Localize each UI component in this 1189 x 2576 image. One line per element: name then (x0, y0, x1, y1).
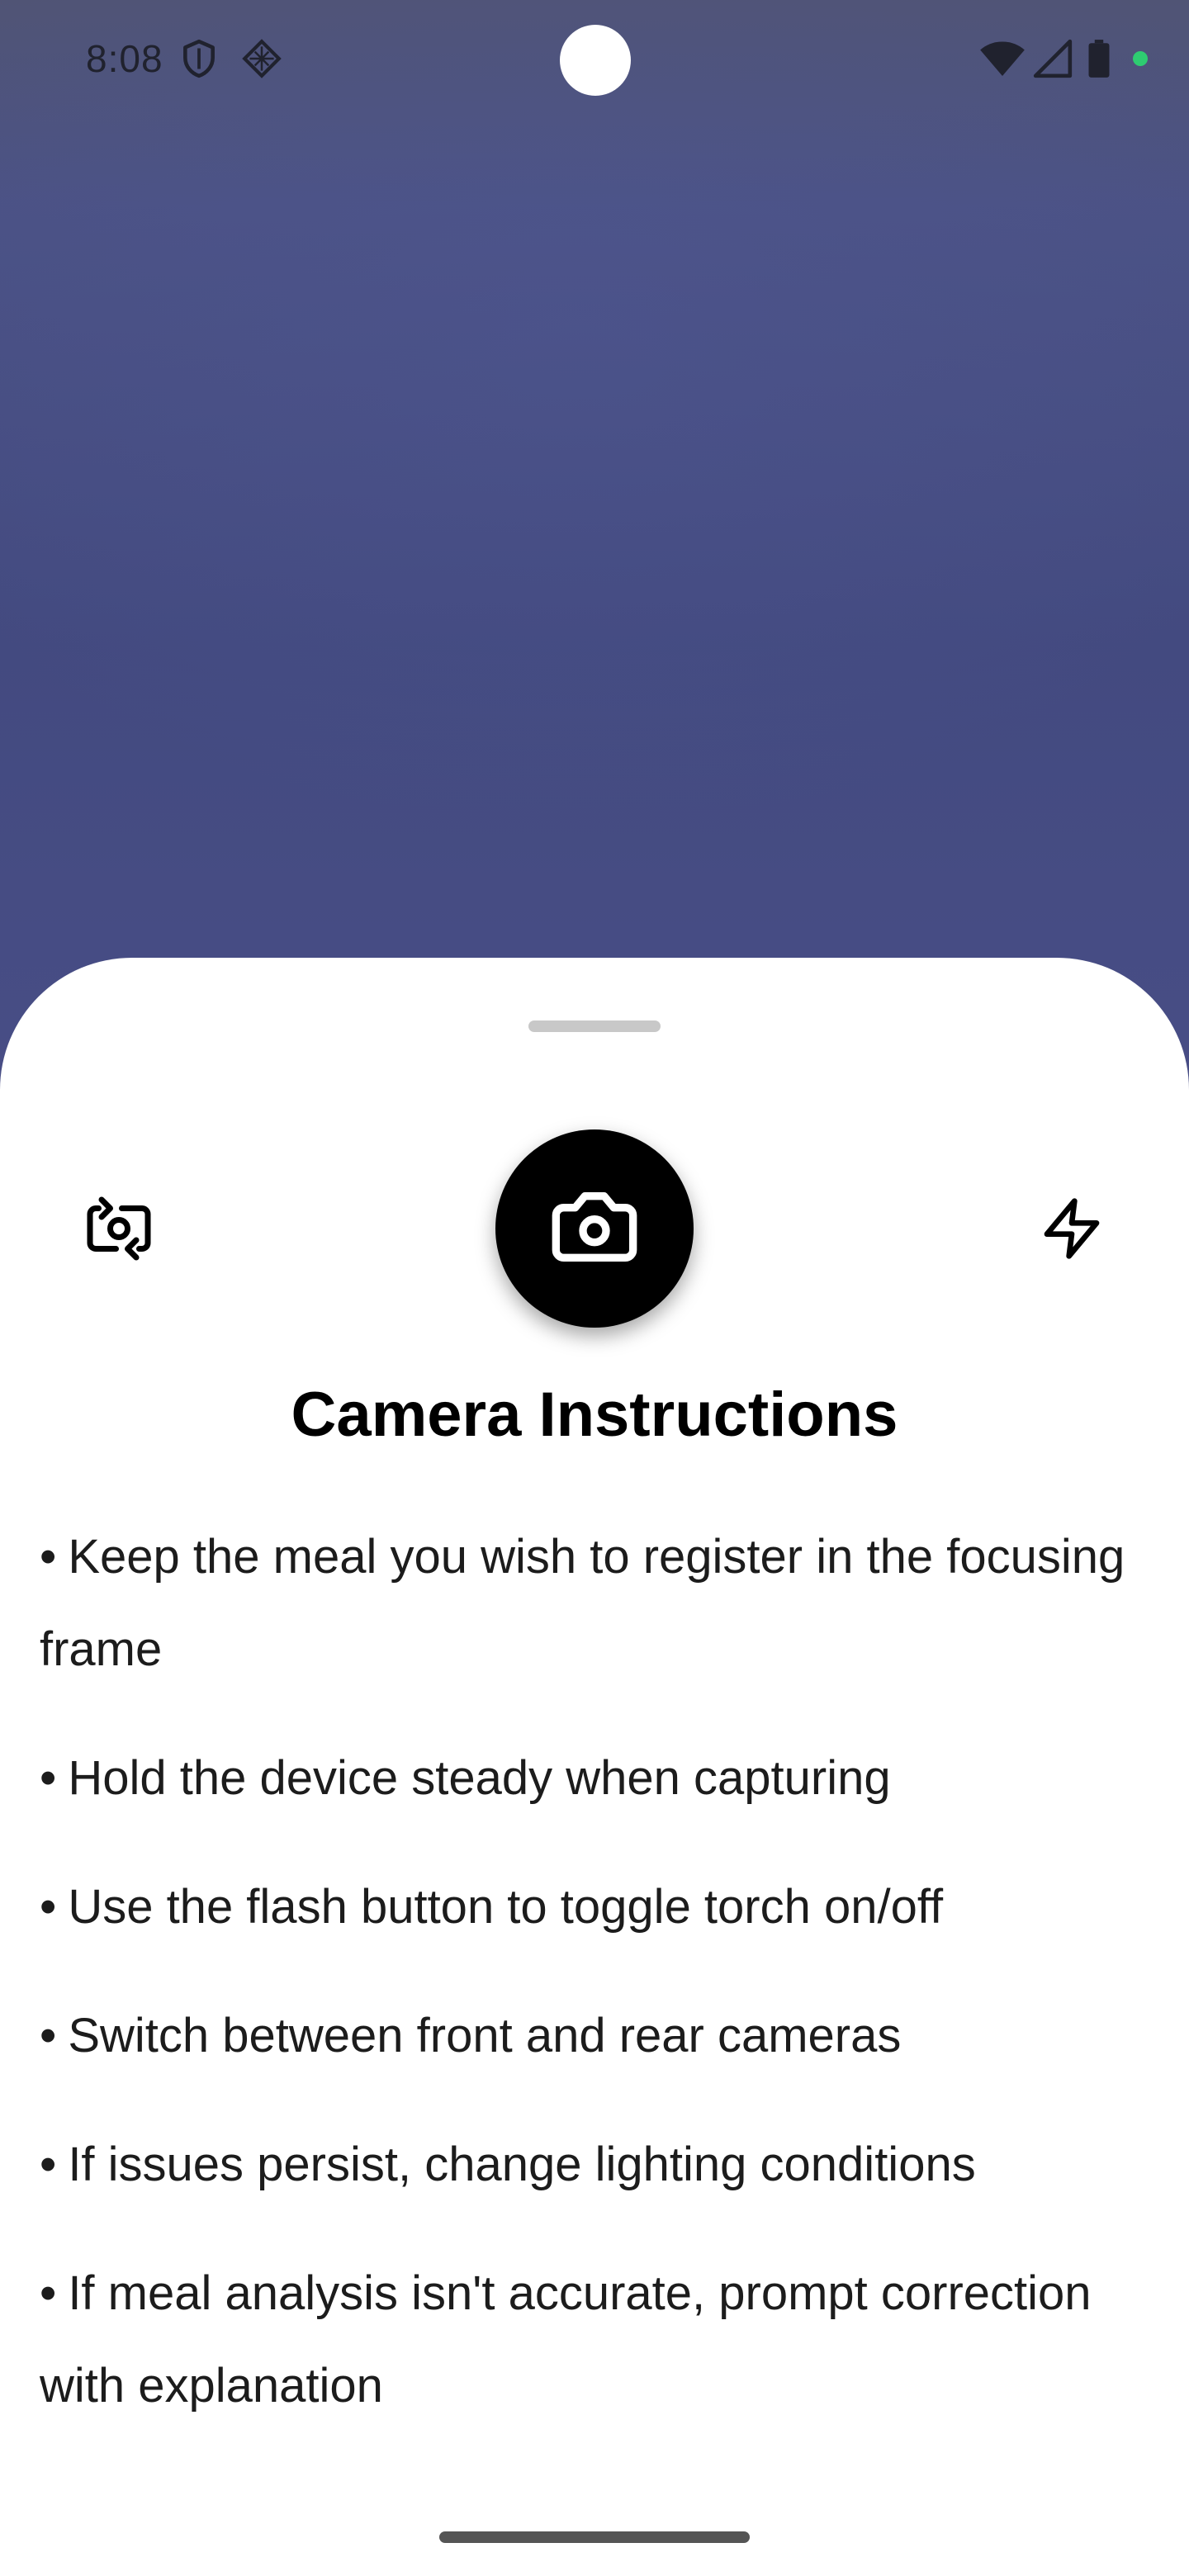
switch-camera-button[interactable] (79, 1191, 159, 1270)
camera-instructions-sheet: Camera Instructions • Keep the meal you w… (0, 958, 1189, 2576)
instruction-text: If issues persist, change lighting condi… (68, 2138, 976, 2191)
bullet: • (40, 2009, 57, 2062)
battery-icon (1085, 38, 1113, 79)
instruction-text: Use the flash button to toggle torch on/… (68, 1880, 944, 1934)
instruction-item: • If meal analysis isn't accurate, prompt… (40, 2247, 1138, 2432)
instructions-title: Camera Instructions (291, 1380, 898, 1450)
front-camera-cutout (560, 25, 631, 96)
status-time: 8:08 (86, 37, 163, 80)
flash-button[interactable] (1032, 1191, 1111, 1270)
instructions-list: • Keep the meal you wish to register in t… (40, 1511, 1138, 2469)
switch-camera-icon (84, 1194, 154, 1267)
instruction-item: • If issues persist, change lighting cond… (40, 2119, 1138, 2211)
bullet: • (40, 2266, 57, 2320)
instruction-text: Switch between front and rear cameras (68, 2009, 902, 2062)
drag-handle[interactable] (528, 1020, 661, 1032)
instruction-item: • Switch between front and rear cameras (40, 1990, 1138, 2082)
camera-icon (548, 1181, 641, 1277)
bullet: • (40, 2138, 57, 2191)
instruction-text: Hold the device steady when capturing (68, 1751, 891, 1805)
instruction-text: Keep the meal you wish to register in th… (40, 1530, 1125, 1676)
cell-signal-icon (1032, 38, 1073, 79)
bullet: • (40, 1530, 57, 1584)
capture-button[interactable] (495, 1129, 694, 1328)
instruction-text: If meal analysis isn't accurate, prompt … (40, 2266, 1092, 2413)
flash-icon (1039, 1196, 1105, 1266)
wifi-icon (979, 38, 1026, 79)
instruction-item: • Keep the meal you wish to register in t… (40, 1511, 1138, 1696)
navigation-handle[interactable] (439, 2531, 750, 2543)
status-bar: 8:08 (0, 0, 1189, 116)
privacy-dot-icon (1133, 51, 1148, 66)
bullet: • (40, 1880, 57, 1934)
instruction-item: • Use the flash button to toggle torch on… (40, 1861, 1138, 1953)
bullet: • (40, 1751, 57, 1805)
diamond-grid-icon (241, 38, 282, 79)
shield-icon (178, 38, 220, 79)
instruction-item: • Hold the device steady when capturing (40, 1732, 1138, 1825)
